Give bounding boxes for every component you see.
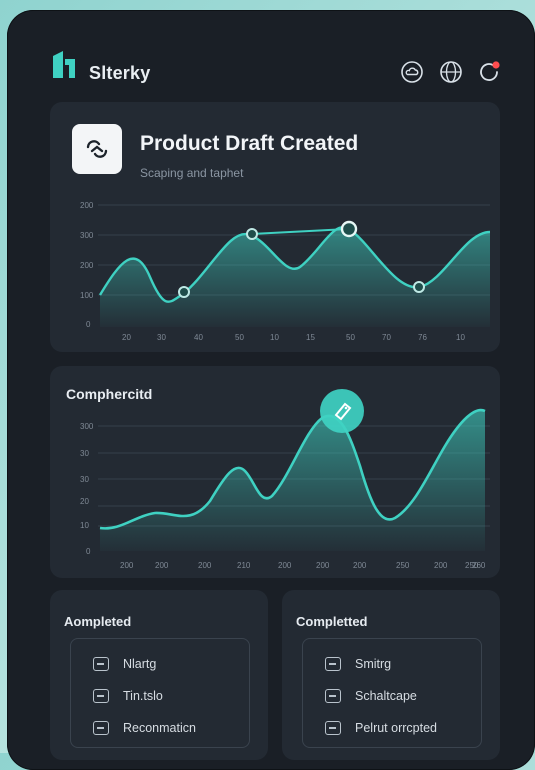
app-window: Slterky Product Draft Created Scaping an… — [7, 10, 535, 770]
left-list-card: Aompleted Nlartg Tin.tslo Reconmaticn — [50, 590, 268, 760]
minus-box-icon[interactable] — [325, 657, 341, 671]
y-tick: 300 — [80, 422, 94, 431]
notification-icon[interactable] — [477, 60, 501, 84]
x-tick: 40 — [194, 333, 203, 342]
draft-area — [100, 227, 490, 327]
x-tick: 20 — [122, 333, 131, 342]
list-item-label: Tin.tslo — [123, 689, 163, 703]
list-item-label: Reconmaticn — [123, 721, 196, 735]
globe-icon[interactable] — [439, 60, 463, 84]
notification-dot — [492, 61, 500, 69]
list-item[interactable]: Reconmaticn — [93, 717, 196, 739]
check-box-icon[interactable] — [93, 721, 109, 735]
list-item-label: Schaltcape — [355, 689, 417, 703]
list-item-label: Pelrut orrcpted — [355, 721, 437, 735]
x-tick: 50 — [235, 333, 244, 342]
list-title: Aompleted — [64, 614, 132, 629]
highlight-marker — [320, 389, 364, 433]
x-tick: 200 — [316, 561, 330, 570]
list-item[interactable]: Tin.tslo — [93, 685, 163, 707]
data-point — [340, 220, 358, 238]
x-tick: 15 — [306, 333, 315, 342]
data-point — [178, 286, 190, 298]
y-tick: 30 — [80, 449, 89, 458]
app-name: Slterky — [89, 63, 151, 83]
x-tick: 200 — [434, 561, 448, 570]
cloud-icon[interactable] — [400, 60, 424, 84]
minus-box-icon[interactable] — [93, 689, 109, 703]
list-item[interactable]: Smitrg — [325, 653, 391, 675]
x-tick: 70 — [382, 333, 391, 342]
x-tick: 10 — [456, 333, 465, 342]
y-tick: 30 — [80, 475, 89, 484]
data-point — [413, 281, 425, 293]
check-box-icon[interactable] — [325, 721, 341, 735]
y-tick: 100 — [80, 291, 94, 300]
x-tick: 210 — [237, 561, 251, 570]
list-box: Nlartg Tin.tslo Reconmaticn — [70, 638, 250, 748]
x-tick: 260 — [472, 561, 486, 570]
data-point — [246, 228, 258, 240]
x-tick: 200 — [198, 561, 212, 570]
y-tick: 10 — [80, 521, 89, 530]
app-logo-icon — [53, 51, 75, 78]
y-tick: 0 — [86, 547, 91, 556]
right-list-card: Completted Smitrg Schaltcape Pelrut orrc… — [282, 590, 500, 760]
x-tick: 200 — [155, 561, 169, 570]
x-tick: 200 — [353, 561, 367, 570]
x-tick: 200 — [278, 561, 292, 570]
list-item-label: Nlartg — [123, 657, 157, 671]
minus-box-icon[interactable] — [93, 657, 109, 671]
x-tick: 30 — [157, 333, 166, 342]
list-title: Completted — [296, 614, 368, 629]
x-tick: 200 — [120, 561, 134, 570]
list-item[interactable]: Pelrut orrcpted — [325, 717, 437, 739]
y-tick: 300 — [80, 231, 94, 240]
completed-area — [100, 410, 485, 551]
draft-chart: 200 300 200 100 0 20 30 40 50 10 15 50 7… — [80, 201, 491, 342]
list-item[interactable]: Schaltcape — [325, 685, 417, 707]
minus-box-icon[interactable] — [325, 689, 341, 703]
y-tick: 200 — [80, 201, 94, 210]
top-bar: Slterky — [7, 10, 535, 100]
y-tick: 20 — [80, 497, 89, 506]
list-item-label: Smitrg — [355, 657, 392, 671]
completed-chart-card: Comphercitd 300 30 30 20 10 0 200 200 20… — [50, 366, 500, 578]
x-tick: 250 — [396, 561, 410, 570]
y-tick: 200 — [80, 261, 94, 270]
list-item[interactable]: Nlartg — [93, 653, 156, 675]
product-draft-card: Product Draft Created Scaping and taphet… — [50, 102, 500, 352]
y-tick: 0 — [86, 320, 91, 329]
completed-chart: 300 30 30 20 10 0 200 200 200 210 200 20… — [80, 389, 490, 570]
x-tick: 50 — [346, 333, 355, 342]
x-tick: 76 — [418, 333, 427, 342]
x-tick: 10 — [270, 333, 279, 342]
list-box: Smitrg Schaltcape Pelrut orrcpted — [302, 638, 482, 748]
